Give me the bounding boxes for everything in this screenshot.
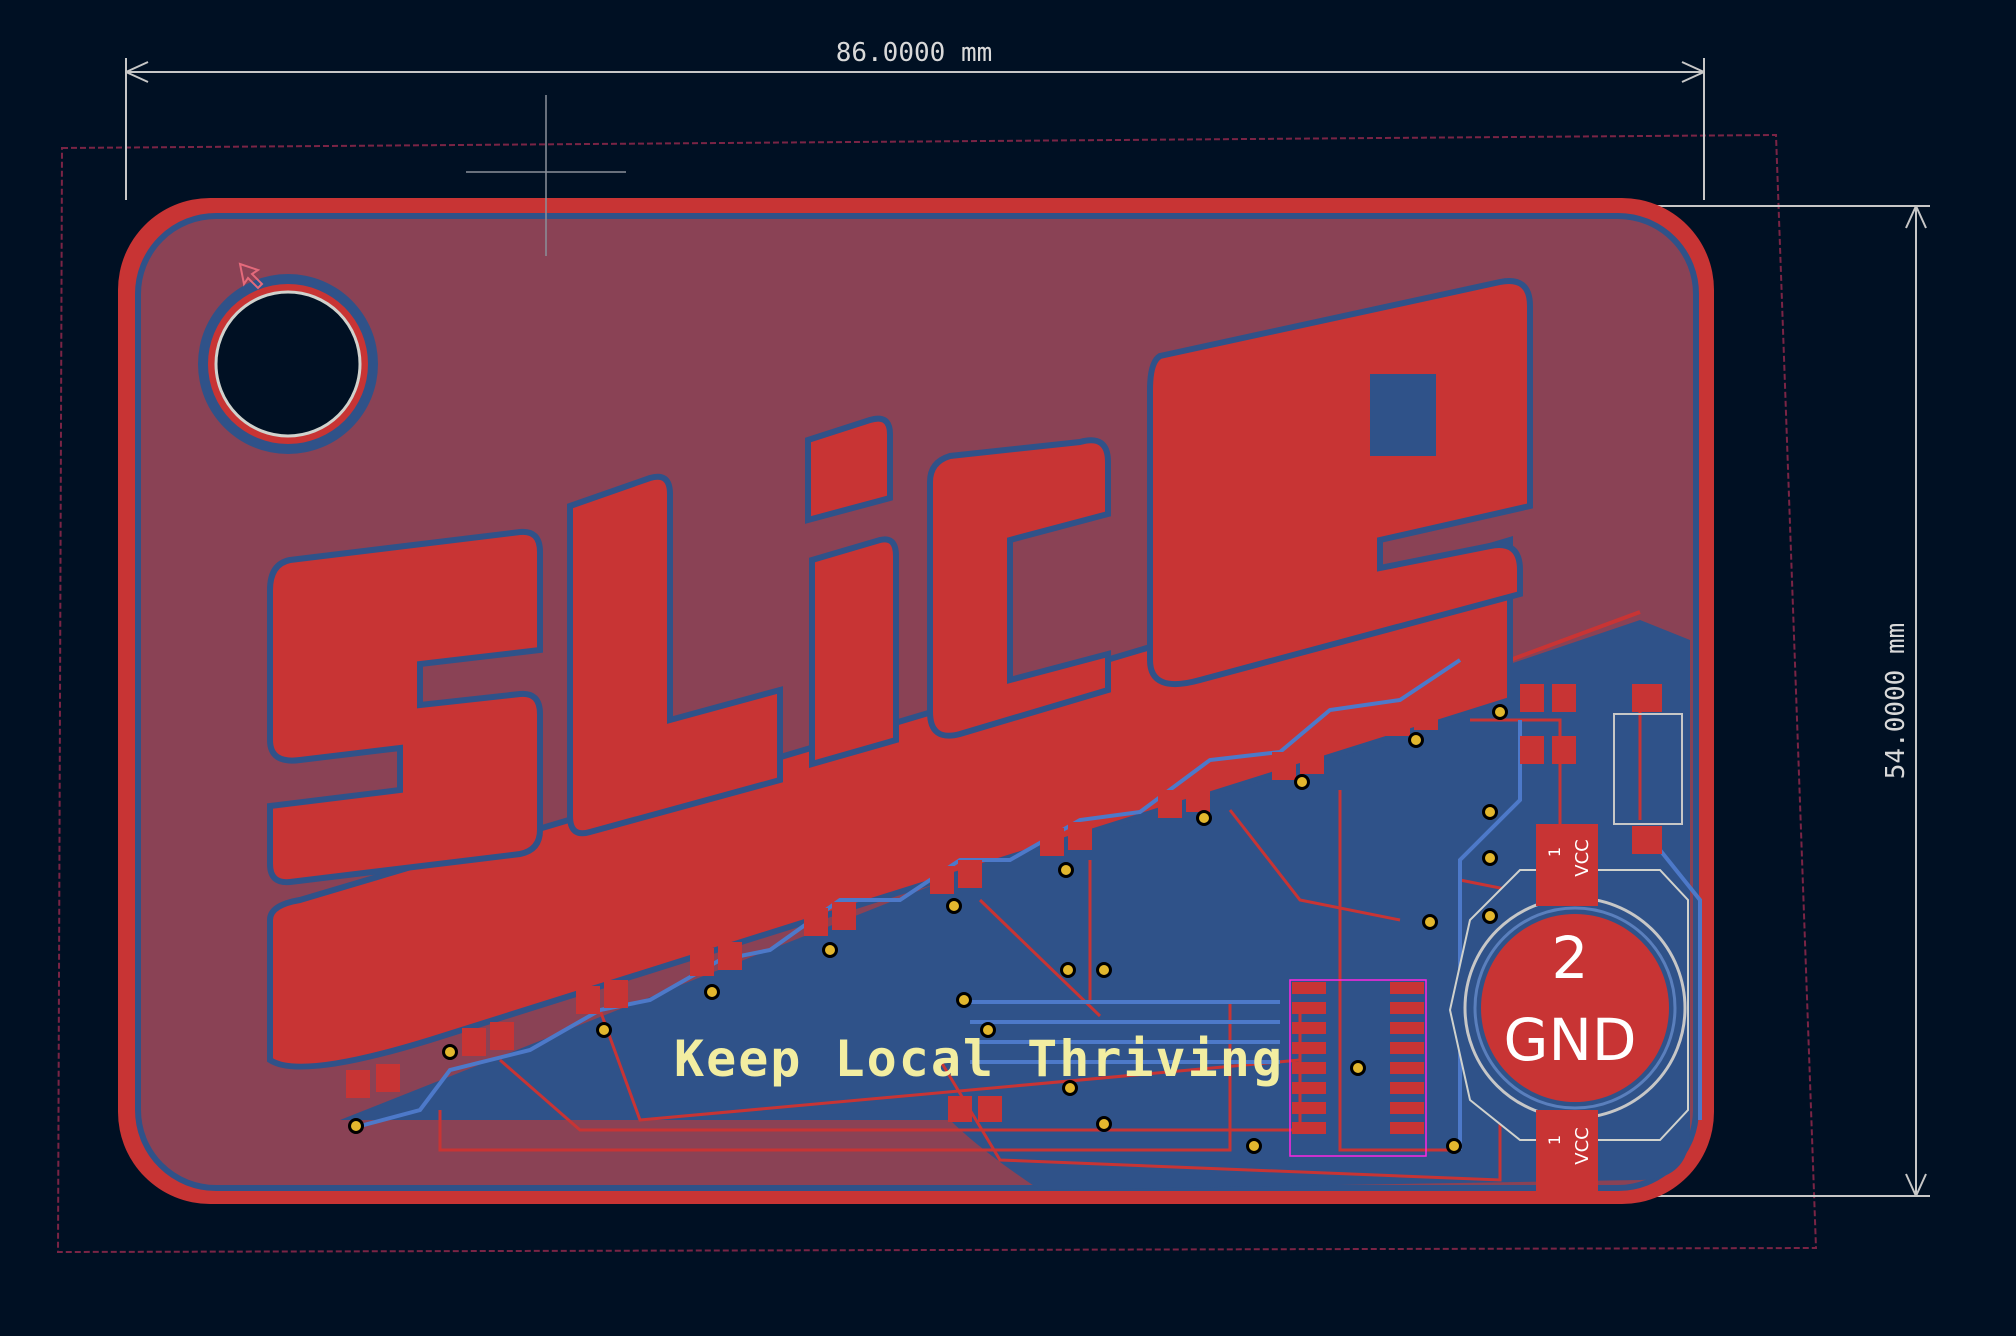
- dimension-height-label: 54.0000 mm: [1881, 623, 1911, 780]
- logo-letter-i-stem: [809, 536, 899, 768]
- battery-vcc-top-name: VCC: [1572, 839, 1593, 876]
- battery-pin2-name: GND: [1504, 1006, 1637, 1074]
- mounting-hole[interactable]: [198, 274, 378, 454]
- silkscreen-text[interactable]: Keep Local Thriving: [674, 1030, 1284, 1088]
- logo-letter-e-window: [1370, 374, 1436, 456]
- battery-vcc-bottom-pad[interactable]: 1 VCC: [1536, 1110, 1598, 1192]
- battery-vcc-bottom-number: 1: [1545, 1135, 1564, 1145]
- battery-vcc-top-pad[interactable]: 1 VCC: [1536, 824, 1598, 906]
- dimension-width[interactable]: [125, 58, 1705, 200]
- logo-letter-s: [267, 528, 543, 886]
- pcb-canvas[interactable]: 86.0000 mm 54.0000 mm 2 GND 1 VCC 1 VCC …: [0, 0, 2016, 1336]
- dimension-width-label: 86.0000 mm: [836, 38, 993, 68]
- battery-vcc-bottom-name: VCC: [1572, 1127, 1593, 1164]
- battery-vcc-top-number: 1: [1545, 847, 1564, 857]
- battery-pin2-number: 2: [1552, 924, 1589, 992]
